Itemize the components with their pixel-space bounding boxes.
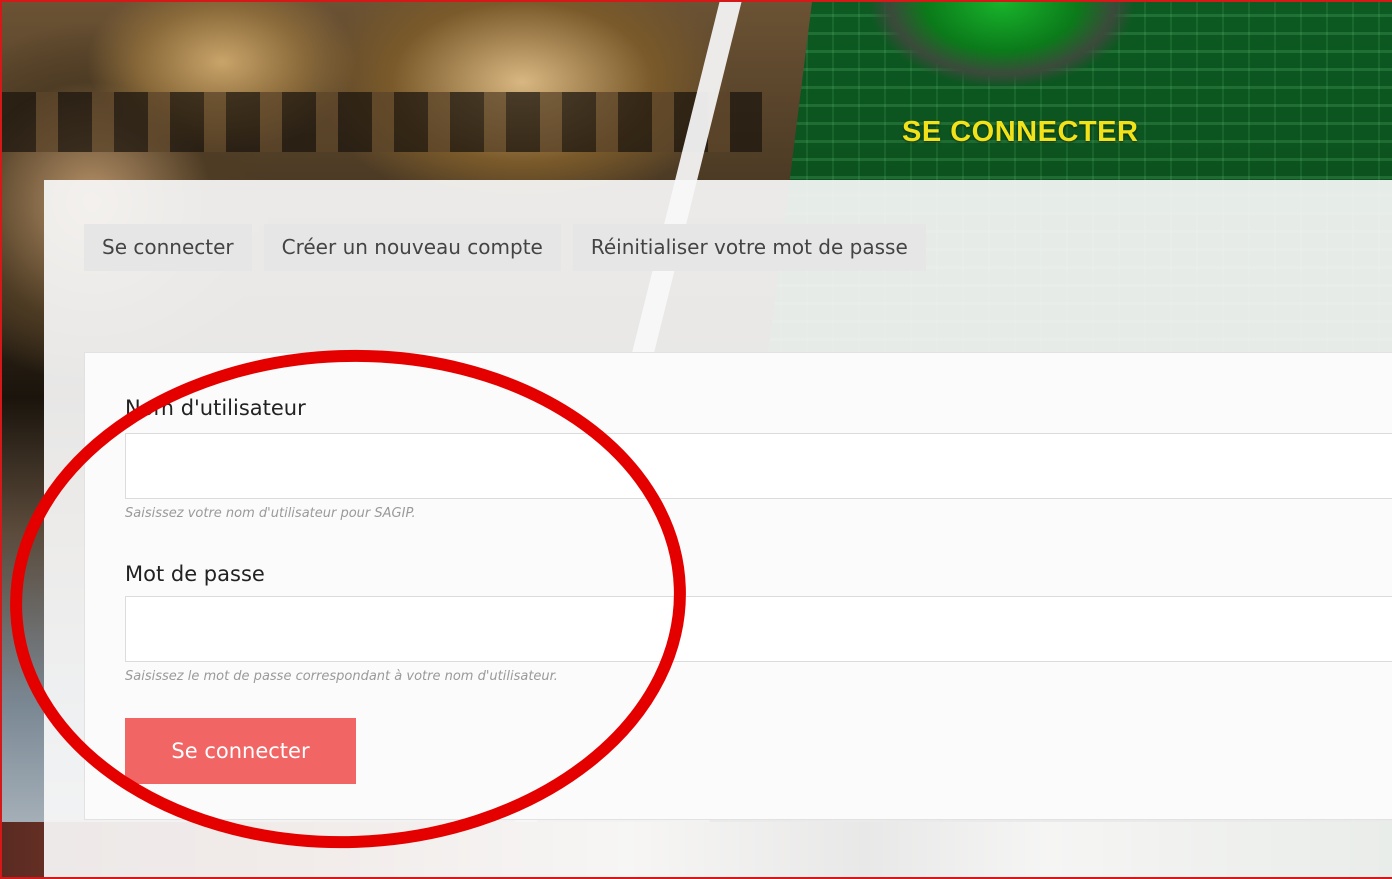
password-description: Saisissez le mot de passe correspondant … xyxy=(125,669,558,684)
screenshot-frame: SE CONNECTER Se connecter Créer un nouve… xyxy=(0,0,1392,879)
account-tabs: Se connecter Créer un nouveau compte Réi… xyxy=(84,224,926,271)
gear-teeth-decoration xyxy=(2,92,762,152)
username-description: Saisissez votre nom d'utilisateur pour S… xyxy=(125,506,416,521)
page-title: SE CONNECTER xyxy=(902,116,1139,148)
tab-reset-password[interactable]: Réinitialiser votre mot de passe xyxy=(572,224,926,271)
login-submit-button[interactable]: Se connecter xyxy=(125,718,356,784)
password-input[interactable] xyxy=(125,596,1392,662)
username-label: Nom d'utilisateur xyxy=(125,396,306,420)
tab-login[interactable]: Se connecter xyxy=(84,224,252,271)
tab-register[interactable]: Créer un nouveau compte xyxy=(263,224,561,271)
username-input[interactable] xyxy=(125,433,1392,499)
password-label: Mot de passe xyxy=(125,562,265,586)
